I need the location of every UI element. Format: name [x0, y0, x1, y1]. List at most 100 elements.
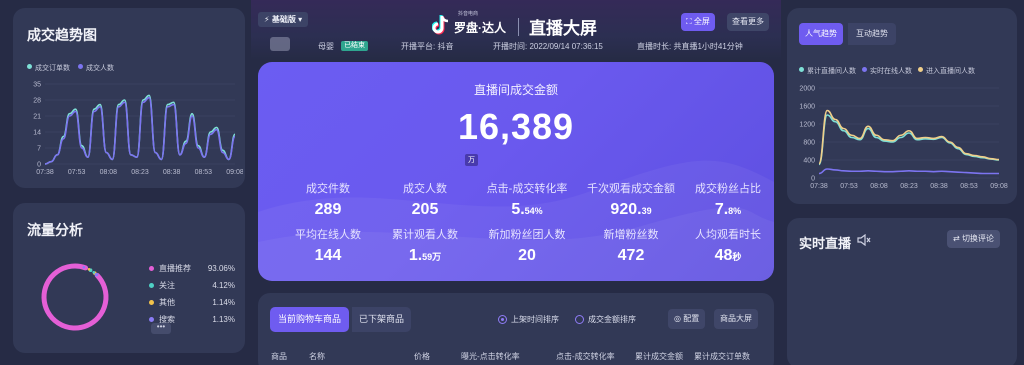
sort-by-amount-radio[interactable]: 成交金额排序 [575, 314, 636, 325]
col-exposure-click: 曝光-点击转化率 [461, 352, 520, 361]
legend-people: 成交人数 [78, 63, 114, 73]
metric-0: 成交件数 289 [273, 180, 383, 219]
radio-checked-icon [498, 315, 507, 324]
metric-7: 新加粉丝团人数 20 [472, 226, 582, 265]
fullscreen-button[interactable]: ⛶ 全屏 [681, 13, 715, 31]
products-card: 当前购物车商品 已下架商品 上架时间排序 成交金额排序 ◎ 配置 商品大屏 商品… [258, 293, 774, 365]
y-tick-label: 2000 [799, 86, 815, 93]
switch-comment-button[interactable]: ⇄ 切换评论 [947, 230, 1000, 248]
status-badge: 已结束 [341, 41, 368, 51]
gmv-value: 16,389 [457, 106, 575, 147]
legend-dot [149, 266, 154, 271]
view-more-button[interactable]: 查看更多 [727, 13, 769, 31]
legend-orders: 成交订单数 [27, 63, 70, 73]
legend-dot [149, 300, 154, 305]
swap-icon: ⇄ [953, 234, 960, 243]
brand-logo: 抖音电商 罗盘·达人 直播大屏 [432, 10, 597, 39]
popularity-chart[interactable]: 0 400 800 1200 1600 2000 07:38 07:53 08:08 08:23 0… [791, 82, 1013, 198]
pop-legend-item: 进入直播间人数 [918, 66, 975, 76]
trend-chart[interactable]: 0 7 14 21 28 35 07:38 07:53 08:08 08:23 08:38 08:53… [21, 80, 243, 186]
y-tick-label: 28 [33, 98, 41, 105]
start-time-info: 开播时间: 2022/09/14 07:36:15 [493, 42, 603, 51]
metric-label: 平均在线人数 [295, 229, 361, 241]
live-card: 实时直播 ⇄ 切换评论 [787, 218, 1017, 365]
config-button[interactable]: ◎ 配置 [668, 309, 706, 329]
metric-9: 人均观看时长 48秒 [673, 226, 774, 265]
pop-legend-item: 累计直播间人数 [799, 66, 856, 76]
speaker-mute-icon[interactable] [857, 234, 871, 246]
more-button[interactable]: ••• [151, 323, 171, 334]
sort-by-time-radio[interactable]: 上架时间排序 [498, 314, 559, 325]
traffic-label: 直播推荐 [159, 264, 191, 273]
x-tick-label: 08:53 [960, 183, 978, 190]
col-total-amount: 累计成交金额 [635, 352, 683, 361]
metric-label: 千次观看成交金额 [587, 183, 675, 195]
tab-off-shelf[interactable]: 已下架商品 [352, 307, 412, 332]
y-tick-label: 400 [803, 158, 815, 165]
metric-label: 新加粉丝团人数 [488, 229, 566, 241]
metric-label: 点击-成交转化率 [486, 183, 568, 195]
brand-small: 抖音电商 [458, 11, 479, 17]
donut-slice-3 [94, 272, 99, 277]
metric-value: 20 [518, 247, 536, 264]
metric-value: 920.39 [610, 201, 652, 218]
traffic-value: 4.12% [212, 281, 235, 290]
x-tick-label: 09:08 [226, 169, 243, 176]
traffic-value: 1.13% [212, 315, 235, 324]
traffic-item: 关注 4.12% [149, 277, 235, 294]
series-line-1 [818, 168, 999, 175]
live-title: 实时直播 [799, 236, 852, 251]
y-tick-label: 0 [811, 176, 815, 183]
duration-info: 直播时长: 共直播1小时41分钟 [637, 42, 743, 51]
expand-icon: ⛶ [686, 17, 692, 26]
metric-3: 千次观看成交金额 920.39 [576, 180, 686, 219]
traffic-title: 流量分析 [27, 222, 83, 238]
bolt-icon: ⚡ [264, 15, 270, 24]
col-name: 名称 [309, 352, 325, 361]
metric-5: 平均在线人数 144 [273, 226, 383, 265]
x-tick-label: 08:38 [930, 183, 948, 190]
metric-1: 成交人数 205 [370, 180, 480, 219]
metric-value: 205 [411, 201, 439, 218]
trend-title: 成交趋势图 [27, 27, 97, 43]
tab-current-cart[interactable]: 当前购物车商品 [270, 307, 350, 332]
traffic-donut[interactable] [35, 257, 115, 337]
page-title: 直播大屏 [529, 19, 597, 38]
popularity-card: 人气趋势 互动趋势 累计直播间人数 实时在线人数 进入直播间人数 0 400 800 12… [787, 8, 1017, 204]
legend-dot [149, 283, 154, 288]
metric-label: 成交人数 [403, 183, 447, 195]
series-line-1 [44, 96, 236, 165]
x-tick-label: 08:53 [195, 169, 213, 176]
x-tick-label: 08:23 [131, 169, 149, 176]
metric-2: 点击-成交转化率 5.54% [472, 180, 582, 219]
col-price: 价格 [414, 352, 430, 361]
y-tick-label: 1200 [799, 122, 815, 129]
x-tick-label: 07:53 [68, 169, 86, 176]
x-tick-label: 08:08 [870, 183, 888, 190]
metric-label: 新增粉丝数 [603, 229, 659, 241]
settings-icon: ◎ [674, 314, 681, 323]
donut-gap-dot [77, 264, 80, 268]
y-tick-label: 800 [803, 140, 815, 147]
series-line-2 [818, 109, 1000, 165]
traffic-value: 1.14% [212, 298, 235, 307]
gmv-unit: 万 [465, 154, 478, 166]
version-dropdown[interactable]: ⚡ 基础版 ▾ [258, 12, 309, 27]
y-tick-label: 35 [33, 82, 41, 89]
traffic-label: 其他 [159, 298, 175, 307]
traffic-card: 流量分析 直播推荐 93.06% 关注 4.12% 其他 1.14% 搜索 1.13% ••• [13, 203, 245, 353]
anchor-name: 母婴 [318, 42, 334, 51]
caret-down-icon: ▾ [298, 15, 303, 24]
traffic-value: 93.06% [207, 264, 235, 273]
product-bigscreen-button[interactable]: 商品大屏 [714, 309, 758, 329]
y-tick-label: 14 [33, 130, 41, 137]
pop-legend-item: 实时在线人数 [862, 66, 912, 76]
trend-legend: 成交订单数 成交人数 [27, 63, 114, 73]
donut-gap-dot [92, 271, 96, 274]
tab-popularity-trend[interactable]: 人气趋势 [799, 23, 843, 45]
x-tick-label: 08:38 [163, 169, 181, 176]
x-tick-label: 08:23 [900, 183, 918, 190]
tab-interaction-trend[interactable]: 互动趋势 [848, 23, 896, 45]
col-total-orders: 累计成交订单数 [694, 352, 750, 361]
metric-value: 289 [314, 201, 342, 218]
